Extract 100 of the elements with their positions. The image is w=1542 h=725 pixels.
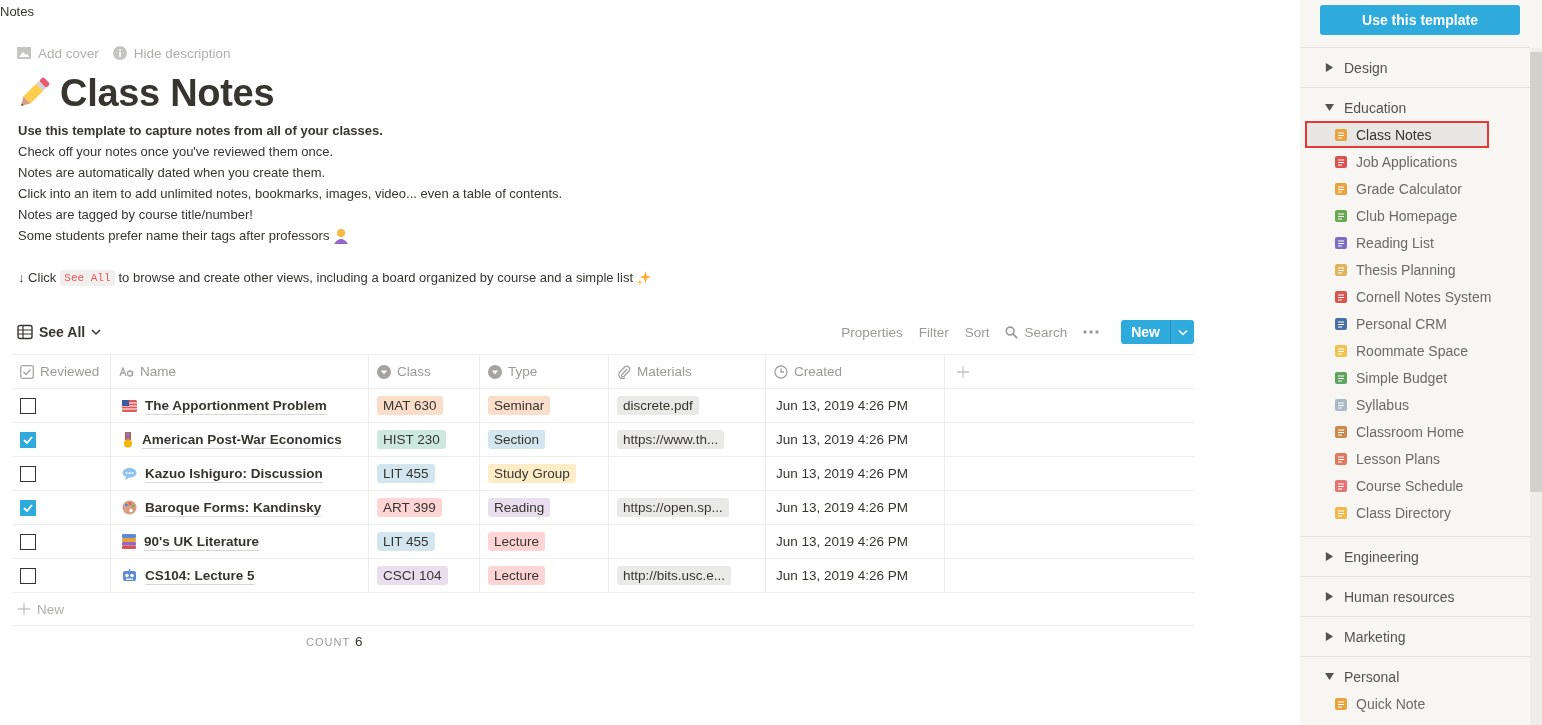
category-toggle[interactable]: Design bbox=[1300, 48, 1530, 87]
class-tag: ART 399 bbox=[377, 498, 442, 517]
document-icon bbox=[1334, 478, 1348, 493]
triangle-icon bbox=[1325, 672, 1334, 681]
template-item[interactable]: Reading List bbox=[1300, 229, 1530, 256]
category-toggle[interactable]: Engineering bbox=[1300, 537, 1530, 576]
created-time: Jun 13, 2019 4:26 PM bbox=[775, 398, 909, 413]
category-toggle[interactable]: Human resources bbox=[1300, 577, 1530, 616]
class-tag: LIT 455 bbox=[377, 464, 435, 483]
document-icon bbox=[1334, 343, 1348, 358]
note-title-link[interactable]: 90's UK Literature bbox=[144, 532, 259, 551]
document-icon bbox=[1334, 397, 1348, 412]
medal-icon bbox=[122, 431, 134, 448]
checkbox[interactable] bbox=[20, 431, 36, 448]
person-icon bbox=[333, 227, 350, 244]
triangle-icon bbox=[1325, 63, 1334, 72]
paperclip-icon bbox=[617, 364, 631, 379]
description-text: Click into an item to add unlimited notes, bookmarks, images, video... even a table of contents. bbox=[18, 186, 563, 201]
description-text: Notes are automatically dated when you create them. bbox=[18, 165, 326, 180]
note-title-link[interactable]: The Apportionment Problem bbox=[145, 396, 327, 415]
template-item[interactable]: Cornell Notes System bbox=[1300, 283, 1530, 310]
description-text: Use this template to capture notes from all of your classes. bbox=[18, 123, 383, 138]
created-time: Jun 13, 2019 4:26 PM bbox=[775, 466, 909, 481]
note-title-link[interactable]: American Post-War Economics bbox=[142, 430, 342, 449]
chevron-down-icon bbox=[91, 328, 102, 336]
clock-icon bbox=[774, 364, 788, 379]
description-text: ↓ Click bbox=[18, 270, 57, 285]
column-header[interactable]: Reviewed bbox=[12, 355, 111, 388]
view-selector[interactable]: See All bbox=[17, 324, 102, 340]
note-title-link[interactable]: Kazuo Ishiguro: Discussion bbox=[145, 464, 323, 483]
template-item[interactable]: Job Applications bbox=[1300, 148, 1530, 175]
column-header[interactable]: Created bbox=[766, 355, 945, 388]
search-icon bbox=[1005, 325, 1019, 339]
column-header[interactable]: Class bbox=[369, 355, 480, 388]
class-tag: CSCI 104 bbox=[377, 566, 448, 585]
type-tag: Lecture bbox=[488, 566, 546, 585]
template-item[interactable]: Thesis Planning bbox=[1300, 256, 1530, 283]
column-header[interactable]: Materials bbox=[609, 355, 766, 388]
created-time: Jun 13, 2019 4:26 PM bbox=[775, 534, 909, 549]
template-item[interactable]: Simple Budget bbox=[1300, 364, 1530, 391]
template-item[interactable]: Course Schedule bbox=[1300, 472, 1530, 499]
checkbox-icon bbox=[20, 364, 34, 379]
type-tag: Reading bbox=[488, 498, 551, 517]
file-chip[interactable]: discrete.pdf bbox=[617, 396, 699, 415]
created-time: Jun 13, 2019 4:26 PM bbox=[775, 500, 909, 515]
document-icon bbox=[1334, 424, 1348, 439]
type-tag: Lecture bbox=[488, 532, 546, 551]
use-template-button[interactable]: Use this template bbox=[1320, 5, 1520, 35]
template-item[interactable]: Personal CRM bbox=[1300, 310, 1530, 337]
triangle-icon bbox=[1325, 632, 1334, 641]
template-item[interactable]: Class Directory bbox=[1300, 499, 1530, 526]
document-icon bbox=[1334, 505, 1348, 520]
more-icon[interactable] bbox=[1083, 330, 1100, 334]
file-chip[interactable]: https://www.th... bbox=[617, 430, 725, 449]
info-icon bbox=[112, 46, 127, 60]
note-title-link[interactable]: Baroque Forms: Kandinsky bbox=[145, 498, 322, 517]
template-item[interactable]: Roommate Space bbox=[1300, 337, 1530, 364]
type-tag: Study Group bbox=[488, 464, 576, 483]
chevron-down-icon bbox=[1177, 328, 1188, 336]
sparkles-icon bbox=[637, 270, 652, 285]
class-tag: MAT 630 bbox=[377, 396, 443, 415]
template-item[interactable]: Lesson Plans bbox=[1300, 445, 1530, 472]
type-tag: Seminar bbox=[488, 396, 551, 415]
checkbox[interactable] bbox=[20, 533, 36, 550]
document-icon bbox=[1334, 316, 1348, 331]
toolbar-button[interactable]: Sort bbox=[964, 324, 990, 340]
template-item[interactable]: Class Notes bbox=[1305, 121, 1489, 148]
category-toggle[interactable]: Marketing bbox=[1300, 617, 1530, 656]
document-icon bbox=[1334, 696, 1348, 711]
count-label: COUNT bbox=[306, 636, 351, 648]
checkbox[interactable] bbox=[20, 567, 36, 584]
breadcrumb[interactable]: Notes bbox=[0, 0, 34, 20]
file-chip[interactable]: https://open.sp... bbox=[617, 498, 729, 517]
dropdown-icon bbox=[377, 364, 391, 379]
created-time: Jun 13, 2019 4:26 PM bbox=[775, 432, 909, 447]
code-snippet: See All bbox=[60, 269, 115, 286]
image-icon bbox=[17, 46, 31, 60]
toolbar-button[interactable]: Filter bbox=[918, 324, 949, 340]
type-tag: Section bbox=[488, 430, 546, 449]
document-icon bbox=[1334, 451, 1348, 466]
speech-bubble-icon bbox=[122, 466, 137, 481]
checkbox[interactable] bbox=[20, 465, 36, 482]
toolbar-button[interactable]: Properties bbox=[841, 324, 903, 340]
document-icon bbox=[1334, 235, 1348, 250]
triangle-icon bbox=[1325, 103, 1334, 112]
column-header[interactable]: Type bbox=[480, 355, 609, 388]
search-button[interactable]: Search bbox=[1005, 324, 1068, 340]
created-time: Jun 13, 2019 4:26 PM bbox=[775, 568, 909, 583]
template-item[interactable]: Classroom Home bbox=[1300, 418, 1530, 445]
template-item[interactable]: Syllabus bbox=[1300, 391, 1530, 418]
checkbox[interactable] bbox=[20, 397, 36, 414]
template-item[interactable]: Club Homepage bbox=[1300, 202, 1530, 229]
flag-icon bbox=[122, 399, 137, 412]
file-chip[interactable]: http://bits.usc.e... bbox=[617, 566, 732, 585]
plus-icon bbox=[18, 603, 30, 615]
robot-icon bbox=[122, 568, 137, 583]
template-item[interactable]: Grade Calculator bbox=[1300, 175, 1530, 202]
column-header[interactable]: Name bbox=[111, 355, 369, 388]
checkbox[interactable] bbox=[20, 499, 36, 516]
note-title-link[interactable]: CS104: Lecture 5 bbox=[145, 566, 255, 585]
